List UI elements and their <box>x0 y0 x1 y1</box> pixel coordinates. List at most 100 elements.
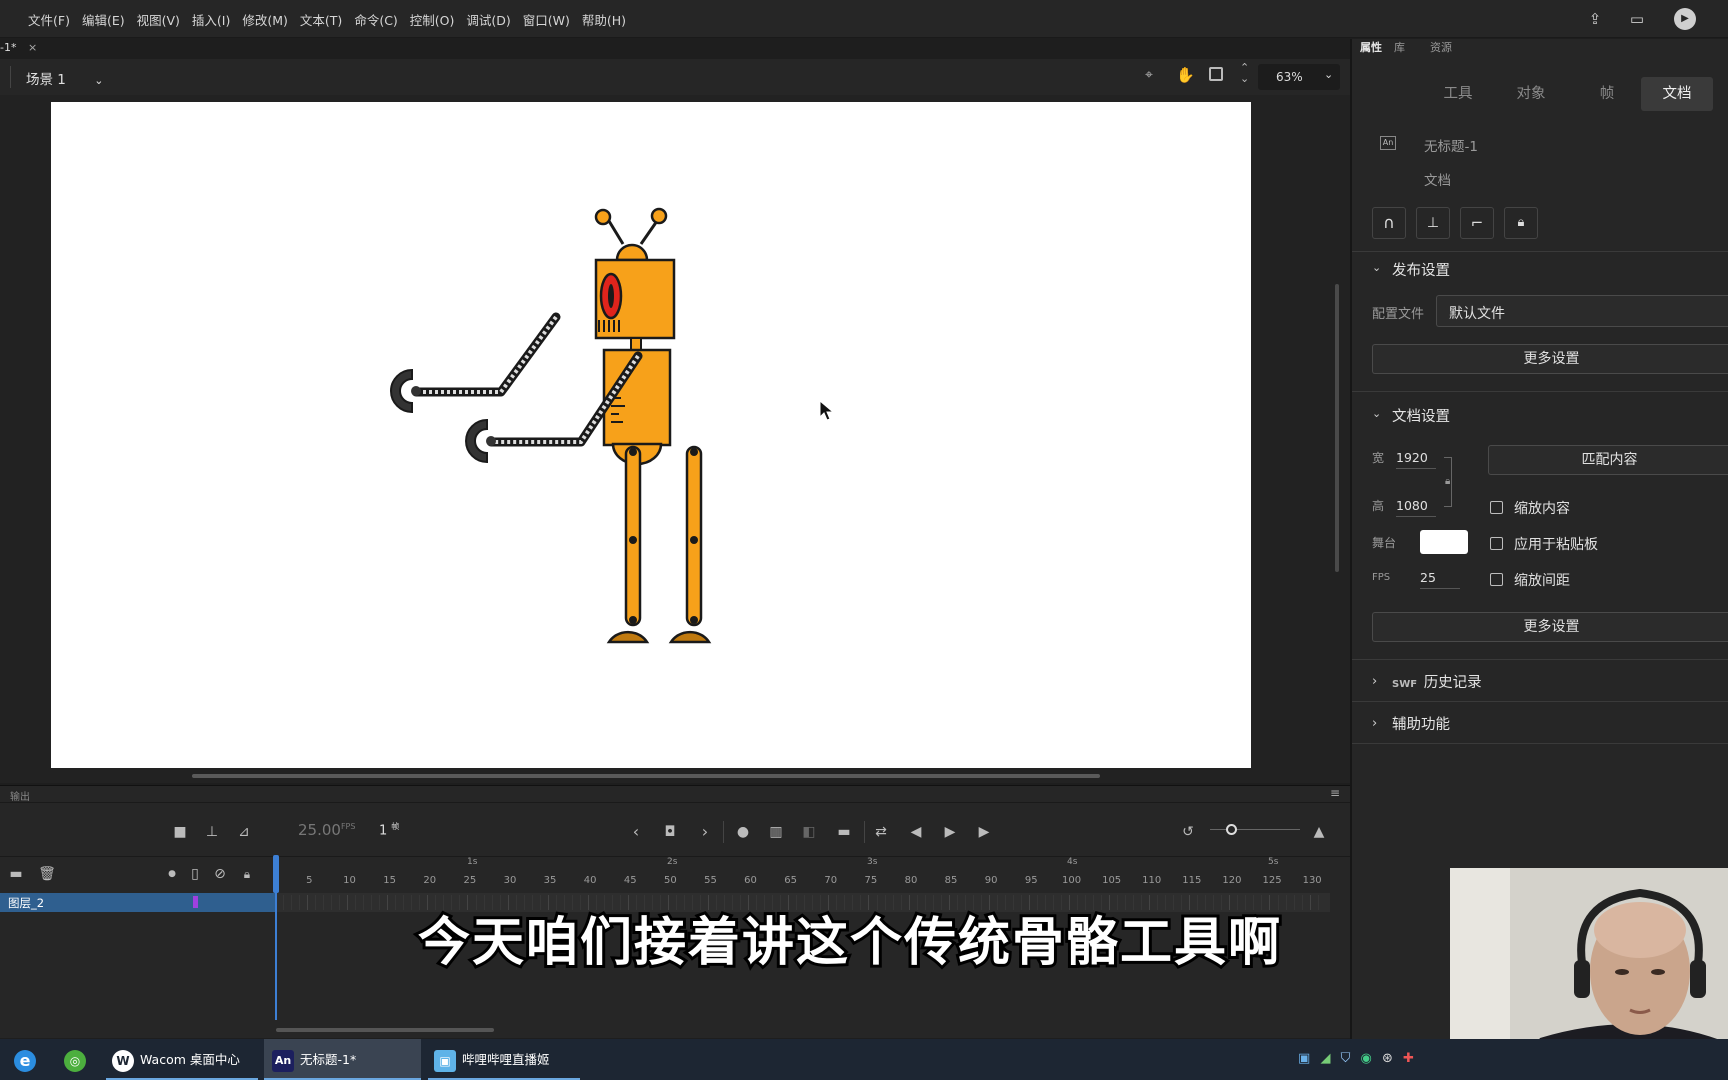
publish-more-settings-button[interactable]: 更多设置 <box>1372 344 1728 374</box>
menu-control[interactable]: 控制(O) <box>404 10 461 29</box>
close-tab-icon[interactable]: × <box>28 41 37 54</box>
ie-icon[interactable]: e <box>14 1039 42 1080</box>
taskbar-bilibili[interactable]: ▣ 哔哩哔哩直播姬 <box>428 1039 580 1080</box>
new-folder-icon[interactable]: ▬ <box>6 865 26 883</box>
zoom-slider-track[interactable] <box>1210 829 1300 830</box>
vertical-scrollbar[interactable] <box>1335 284 1339 572</box>
zoom-slider-handle[interactable] <box>1226 824 1237 835</box>
next-keyframe-icon[interactable]: › <box>695 823 715 841</box>
tray-green-icon[interactable]: ◉ <box>1360 1051 1371 1066</box>
loop-icon[interactable]: ⇄ <box>871 823 891 841</box>
hand-tool-icon[interactable]: ✋ <box>1176 66 1195 84</box>
insert-frame-icon[interactable]: ▬ <box>834 823 854 841</box>
chevron-down-icon[interactable]: ⌄ <box>1372 261 1381 274</box>
undo-zoom-icon[interactable]: ↺ <box>1178 823 1198 841</box>
menu-window[interactable]: 窗口(W) <box>517 10 576 29</box>
menu-insert[interactable]: 插入(I) <box>186 10 236 29</box>
layer-row[interactable]: 图层_2 <box>0 893 275 912</box>
fit-frames-icon[interactable]: ▲ <box>1309 823 1329 841</box>
menu-view[interactable]: 视图(V) <box>131 10 186 29</box>
center-stage-icon[interactable]: ⌖ <box>1145 67 1153 83</box>
snap-icon[interactable]: ∩ <box>1372 207 1406 239</box>
camera-icon[interactable]: ■ <box>170 823 190 841</box>
test-movie-icon[interactable]: ▶ <box>1674 8 1696 30</box>
menu-commands[interactable]: 命令(C) <box>348 10 403 29</box>
menu-file[interactable]: 文件(F) <box>22 10 76 29</box>
rotate-stage-icon[interactable]: ⌃ ⌄ <box>1240 62 1249 84</box>
tab-library[interactable]: 库 <box>1394 39 1405 55</box>
outline-icon[interactable]: ▯ <box>185 865 205 883</box>
document-tab[interactable]: -1* × <box>0 41 37 54</box>
subtab-document[interactable]: 文档 <box>1641 77 1713 111</box>
chevron-right-icon[interactable]: › <box>1372 716 1377 731</box>
document-settings-title[interactable]: 文档设置 <box>1392 405 1450 426</box>
frame-ruler[interactable]: 1s 2s 3s 4s 5s 5 10 15 20 25 30 35 40 45 50 55 60 65… <box>275 857 1350 893</box>
rulers-icon[interactable]: ⌐ <box>1460 207 1494 239</box>
highlight-dot-icon[interactable]: ● <box>162 865 182 883</box>
onion-skin-icon[interactable]: ● <box>733 823 753 841</box>
edit-multiple-frames-icon[interactable]: ▥ <box>766 823 786 841</box>
chevron-right-icon[interactable]: › <box>1372 674 1377 689</box>
tray-shield-icon[interactable]: ⛉ <box>1341 1051 1351 1066</box>
lock-icon[interactable]: 🔒︎ <box>1504 207 1538 239</box>
stage-canvas[interactable] <box>51 102 1251 768</box>
fps-display[interactable]: 25.00FPS <box>298 821 355 839</box>
step-forward-icon[interactable]: ▶ <box>974 823 994 841</box>
taskbar-wacom[interactable]: W Wacom 桌面中心 <box>106 1039 258 1080</box>
subtab-object[interactable]: 对象 <box>1495 77 1567 111</box>
zoom-field[interactable]: 63% ⌄ <box>1258 64 1340 90</box>
document-more-settings-button[interactable]: 更多设置 <box>1372 612 1728 642</box>
layer-parenting-icon[interactable]: ⊥ <box>202 823 222 841</box>
subtab-frame[interactable]: 帧 <box>1574 77 1640 111</box>
taskbar-animate[interactable]: An 无标题-1* <box>264 1039 421 1080</box>
match-contents-button[interactable]: 匹配内容 <box>1488 445 1728 475</box>
scale-content-checkbox[interactable] <box>1490 501 1503 514</box>
step-back-icon[interactable]: ◀ <box>906 823 926 841</box>
subtab-tools[interactable]: 工具 <box>1426 77 1490 111</box>
menu-debug[interactable]: 调试(D) <box>460 10 516 29</box>
accessibility-title[interactable]: 辅助功能 <box>1392 713 1450 734</box>
timeline-scrollbar[interactable] <box>276 1028 494 1032</box>
playhead-handle[interactable] <box>273 855 279 893</box>
tray-security-icon[interactable]: ✚ <box>1403 1051 1414 1066</box>
tray-icons[interactable]: ▣ ◢ ⛉ ◉ ⊛ ✚ <box>1298 1051 1414 1066</box>
browser-icon[interactable]: ◎ <box>64 1039 92 1080</box>
swf-history-title[interactable]: SWF 历史记录 <box>1392 671 1482 692</box>
guides-icon[interactable]: ⊥ <box>1416 207 1450 239</box>
height-value[interactable]: 1080 <box>1396 498 1428 513</box>
clip-stage-icon[interactable] <box>1209 67 1223 81</box>
menu-help[interactable]: 帮助(H) <box>576 10 632 29</box>
menu-modify[interactable]: 修改(M) <box>236 10 294 29</box>
tween-icon[interactable]: ◧ <box>799 823 819 841</box>
menu-edit[interactable]: 编辑(E) <box>76 10 131 29</box>
panel-menu-icon[interactable]: ≡ <box>1330 786 1340 800</box>
tab-assets[interactable]: 资源 <box>1430 39 1452 55</box>
robot-drawing[interactable] <box>51 102 1251 768</box>
tab-properties[interactable]: 属性 <box>1360 39 1382 55</box>
delete-layer-icon[interactable]: 🗑︎ <box>37 865 57 883</box>
lock-all-icon[interactable]: 🔒︎ <box>237 865 257 883</box>
scale-spacing-checkbox[interactable] <box>1490 573 1503 586</box>
stage-color-swatch[interactable] <box>1420 530 1468 554</box>
tray-network-icon[interactable]: ⊛ <box>1382 1051 1393 1066</box>
share-icon[interactable]: ⇪ <box>1584 8 1606 30</box>
output-tab[interactable]: 输出 <box>10 788 30 803</box>
play-icon[interactable]: ▶ <box>940 823 960 841</box>
graph-icon[interactable]: ⊿ <box>234 823 254 841</box>
workspace-icon[interactable]: ▭ <box>1626 8 1648 30</box>
menu-text[interactable]: 文本(T) <box>294 10 348 29</box>
fps-value[interactable]: 25 <box>1420 570 1436 585</box>
chevron-down-icon[interactable]: ⌄ <box>1372 407 1381 420</box>
link-lock-icon[interactable]: 🔒︎ <box>1445 476 1450 487</box>
profile-select[interactable]: 默认文件 <box>1436 295 1728 327</box>
publish-settings-title[interactable]: 发布设置 <box>1392 259 1450 280</box>
apply-pasteboard-checkbox[interactable] <box>1490 537 1503 550</box>
insert-keyframe-icon[interactable]: ◘ <box>660 823 680 841</box>
horizontal-scrollbar[interactable] <box>192 774 1100 778</box>
width-value[interactable]: 1920 <box>1396 450 1428 465</box>
tray-app-icon[interactable]: ▣ <box>1298 1051 1310 1066</box>
frame-display[interactable]: 1帧 <box>379 821 399 838</box>
scene-selector[interactable]: 场景 1 ⌄ <box>26 68 103 88</box>
visibility-icon[interactable]: ⊘ <box>210 865 230 883</box>
tray-nvidia-icon[interactable]: ◢ <box>1320 1051 1330 1066</box>
